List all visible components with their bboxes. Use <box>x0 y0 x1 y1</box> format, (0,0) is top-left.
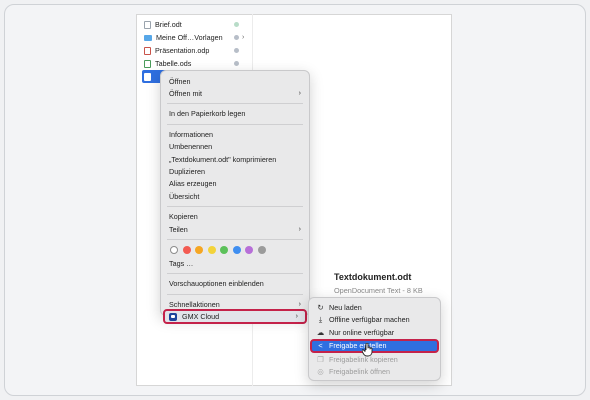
menu-item-label: In den Papierkorb legen <box>169 109 246 119</box>
menu-separator <box>167 238 303 240</box>
menu-separator <box>167 273 303 275</box>
submenu-item-label: Freigabelink öffnen <box>329 367 391 377</box>
menu-item-label: Kopieren <box>169 212 198 222</box>
menu-item[interactable]: Kopieren <box>161 211 309 223</box>
folder-icon <box>144 34 152 41</box>
menu-item-label: „Textdokument.odt" komprimieren <box>169 154 277 164</box>
submenu-item[interactable]: < Freigabe erstellen <box>310 338 439 353</box>
copy-link-icon: ❐ <box>317 354 324 364</box>
document-icon <box>144 20 151 29</box>
menu-item-label: Übersicht <box>169 191 200 201</box>
submenu-item[interactable]: ☁ Nur online verfügbar <box>309 326 440 339</box>
menu-separator <box>167 103 303 105</box>
file-row[interactable]: Präsentation.odp <box>142 44 248 57</box>
file-row[interactable]: Tabelle.ods <box>142 57 248 70</box>
submenu-item: ◎ Freigabelink öffnen <box>309 366 440 379</box>
menu-item-label: Duplizieren <box>169 167 205 177</box>
menu-item[interactable]: Teilen › <box>161 223 309 235</box>
tag-color-dot[interactable] <box>182 246 191 255</box>
context-menu: Öffnen Öffnen mit › In den Papierkorb legen… <box>160 70 310 324</box>
submenu-item[interactable]: ⤓ Offline verfügbar machen <box>309 314 440 327</box>
file-row[interactable]: Meine Off…Vorlagen › <box>142 31 248 44</box>
submenu-item: ❐ Freigabelink kopieren <box>309 353 440 366</box>
tag-color-dot[interactable] <box>207 246 216 255</box>
preview-subtitle: OpenDocument Text - 8 KB <box>334 286 423 295</box>
gmx-cloud-menu-item[interactable]: GMX Cloud › <box>163 309 307 324</box>
menu-item-label: GMX Cloud <box>182 312 220 322</box>
tag-color-dot[interactable] <box>220 246 228 255</box>
menu-item[interactable]: Alias erzeugen <box>161 178 309 190</box>
menu-item[interactable]: Übersicht <box>161 190 309 202</box>
file-name: Brief.odt <box>155 20 182 29</box>
menu-item[interactable]: Informationen <box>161 128 309 140</box>
chevron-right-icon: › <box>295 313 298 321</box>
submenu-item-label: Neu laden <box>329 302 362 312</box>
chevron-right-icon: › <box>298 90 301 98</box>
menu-separator <box>167 293 303 295</box>
preview-options-menu-item[interactable]: Vorschauoptionen einblenden <box>161 278 309 290</box>
submenu-item[interactable]: ↻ Neu laden <box>309 301 440 314</box>
menu-item[interactable]: In den Papierkorb legen <box>161 108 309 120</box>
sync-status-icon <box>234 35 239 40</box>
document-icon <box>144 59 151 68</box>
menu-item-label: Vorschauoptionen einblenden <box>169 279 264 289</box>
chevron-right-icon: › <box>298 300 301 308</box>
menu-item[interactable]: „Textdokument.odt" komprimieren <box>161 153 309 165</box>
menu-item[interactable]: Öffnen mit › <box>161 87 309 99</box>
document-icon <box>144 72 151 81</box>
menu-separator <box>167 123 303 125</box>
tag-color-dot[interactable] <box>170 246 178 255</box>
file-name: Meine Off…Vorlagen <box>156 33 223 42</box>
gmx-cloud-icon <box>169 312 177 321</box>
menu-item-label: Alias erzeugen <box>169 179 217 189</box>
open-link-icon: ◎ <box>317 367 324 377</box>
tag-color-dot[interactable] <box>257 246 266 255</box>
menu-item[interactable]: Öffnen <box>161 75 309 87</box>
menu-item-label: Informationen <box>169 129 213 139</box>
file-name: Präsentation.odp <box>155 46 210 55</box>
tag-color-dot[interactable] <box>245 246 253 255</box>
download-icon: ⤓ <box>318 314 323 324</box>
quick-actions-menu-item[interactable]: Schnellaktionen › <box>161 298 309 310</box>
reload-icon: ↻ <box>317 302 324 312</box>
hand-pointer-cursor-icon <box>362 343 373 357</box>
chevron-right-icon: › <box>242 34 245 41</box>
cloud-icon: ☁ <box>316 327 325 337</box>
menu-item-label: Öffnen <box>169 76 191 86</box>
submenu-item-label: Nur online verfügbar <box>329 327 395 337</box>
sync-status-icon <box>234 22 239 27</box>
menu-item[interactable]: Duplizieren <box>161 165 309 177</box>
document-icon <box>144 46 151 55</box>
menu-item-label: Teilen <box>169 224 188 234</box>
file-row[interactable]: Brief.odt <box>142 18 248 31</box>
menu-item[interactable]: Umbenennen <box>161 141 309 153</box>
submenu-item-label: Freigabe erstellen <box>329 341 387 351</box>
submenu-item-label: Offline verfügbar machen <box>329 315 410 325</box>
sync-status-icon <box>234 48 239 53</box>
menu-item-label: Tags … <box>169 258 194 268</box>
tag-color-dot[interactable] <box>232 246 241 255</box>
menu-item-label: Öffnen mit <box>169 89 203 99</box>
tag-color-dot[interactable] <box>195 246 203 255</box>
menu-item-label: Umbenennen <box>169 142 213 152</box>
preview-title: Textdokument.odt <box>334 272 412 282</box>
menu-separator <box>167 206 303 208</box>
chevron-right-icon: › <box>298 225 301 233</box>
tags-menu-item[interactable]: Tags … <box>161 257 309 269</box>
tag-color-row <box>161 243 309 257</box>
sync-status-icon <box>234 61 239 66</box>
share-icon: < <box>318 341 323 351</box>
gmx-cloud-submenu: ↻ Neu laden ⤓ Offline verfügbar machen ☁ Nur … <box>308 297 441 381</box>
file-name: Tabelle.ods <box>155 59 192 68</box>
menu-item-label: Schnellaktionen <box>169 299 220 309</box>
